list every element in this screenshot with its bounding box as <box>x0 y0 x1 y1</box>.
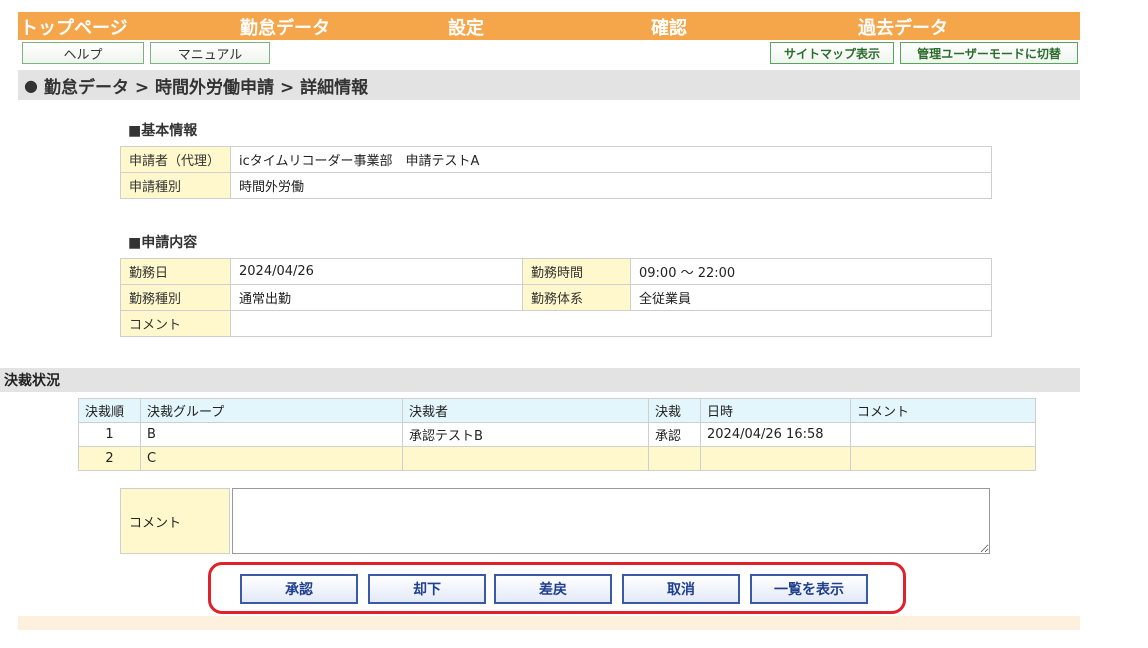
col-datetime: 日時 <box>700 398 851 423</box>
sitemap-button[interactable]: サイトマップ表示 <box>770 42 894 64</box>
nav-confirm[interactable]: 確認 <box>651 14 687 40</box>
nav-past-data[interactable]: 過去データ <box>858 14 948 40</box>
col-decision: 決裁 <box>648 398 701 423</box>
toolbar: ヘルプ マニュアル サイトマップ表示 管理ユーザーモードに切替 <box>18 42 1080 68</box>
approval-status-title: 決裁状況 <box>4 373 60 389</box>
nav-top-page[interactable]: トップページ <box>20 14 128 40</box>
work-date-value: 2024/04/26 <box>230 258 523 285</box>
footer-bar <box>18 616 1080 630</box>
col-order: 決裁順 <box>78 398 141 423</box>
request-type-value: 時間外労働 <box>230 172 992 199</box>
comment-form-label: コメント <box>120 488 230 554</box>
col-comment: コメント <box>850 398 1036 423</box>
nav-attendance-data[interactable]: 勤怠データ <box>240 14 330 40</box>
work-type-value: 通常出勤 <box>230 284 523 311</box>
cell-approver <box>402 446 649 471</box>
comment-value <box>230 310 992 337</box>
return-button[interactable]: 差戻 <box>494 574 612 604</box>
cell-group: C <box>140 446 403 471</box>
work-type-label: 勤務種別 <box>120 284 231 311</box>
help-button[interactable]: ヘルプ <box>22 42 144 64</box>
approval-header-row: 決裁順 決裁グループ 決裁者 決裁 日時 コメント <box>78 398 1036 423</box>
top-strip <box>0 0 1148 12</box>
comment-textarea[interactable] <box>232 488 990 554</box>
cell-decision: 承認 <box>648 422 701 447</box>
applicant-value: icタイムリコーダー事業部 申請テストA <box>230 146 992 173</box>
col-group: 決裁グループ <box>140 398 403 423</box>
reject-button[interactable]: 却下 <box>368 574 486 604</box>
request-content-heading: ■申請内容 <box>128 235 198 251</box>
nav-settings[interactable]: 設定 <box>448 14 484 40</box>
cell-order: 1 <box>78 422 141 447</box>
basic-info-table: 申請者（代理） icタイムリコーダー事業部 申請テストA 申請種別 時間外労働 <box>120 146 992 199</box>
cell-group: B <box>140 422 403 447</box>
col-approver: 決裁者 <box>402 398 649 423</box>
applicant-label: 申請者（代理） <box>120 146 231 173</box>
comment-label: コメント <box>120 310 231 337</box>
cell-datetime <box>700 446 851 471</box>
basic-info-heading: ■基本情報 <box>128 123 198 139</box>
manual-button[interactable]: マニュアル <box>150 42 270 64</box>
cell-decision <box>648 446 701 471</box>
approve-button[interactable]: 承認 <box>240 574 358 604</box>
table-row: 2 C <box>78 446 1036 471</box>
work-time-value: 09:00 ～ 22:00 <box>630 258 992 285</box>
cancel-button[interactable]: 取消 <box>622 574 740 604</box>
request-type-label: 申請種別 <box>120 172 231 199</box>
request-content-table: 勤務日 2024/04/26 勤務時間 09:00 ～ 22:00 勤務種別 通… <box>120 258 992 337</box>
work-system-value: 全従業員 <box>630 284 992 311</box>
cell-comment <box>850 446 1036 471</box>
breadcrumb-text: 勤怠データ > 時間外労働申請 > 詳細情報 <box>43 77 369 98</box>
top-navigation: トップページ 勤怠データ 設定 確認 過去データ <box>18 12 1080 40</box>
work-time-label: 勤務時間 <box>522 258 631 285</box>
work-date-label: 勤務日 <box>120 258 231 285</box>
show-list-button[interactable]: 一覧を表示 <box>750 574 868 604</box>
table-row: 1 B 承認テストB 承認 2024/04/26 16:58 <box>78 422 1036 447</box>
cell-order: 2 <box>78 446 141 471</box>
approval-table: 決裁順 決裁グループ 決裁者 決裁 日時 コメント 1 B 承認テストB 承認 … <box>78 398 1036 471</box>
approval-status-heading: 決裁状況 <box>0 368 1080 392</box>
cell-approver: 承認テストB <box>402 422 649 447</box>
work-system-label: 勤務体系 <box>522 284 631 311</box>
cell-datetime: 2024/04/26 16:58 <box>700 422 851 447</box>
bullet-icon: ● <box>24 75 38 95</box>
breadcrumb: ● 勤怠データ > 時間外労働申請 > 詳細情報 <box>18 70 1080 100</box>
admin-mode-button[interactable]: 管理ユーザーモードに切替 <box>900 42 1078 64</box>
cell-comment <box>850 422 1036 447</box>
